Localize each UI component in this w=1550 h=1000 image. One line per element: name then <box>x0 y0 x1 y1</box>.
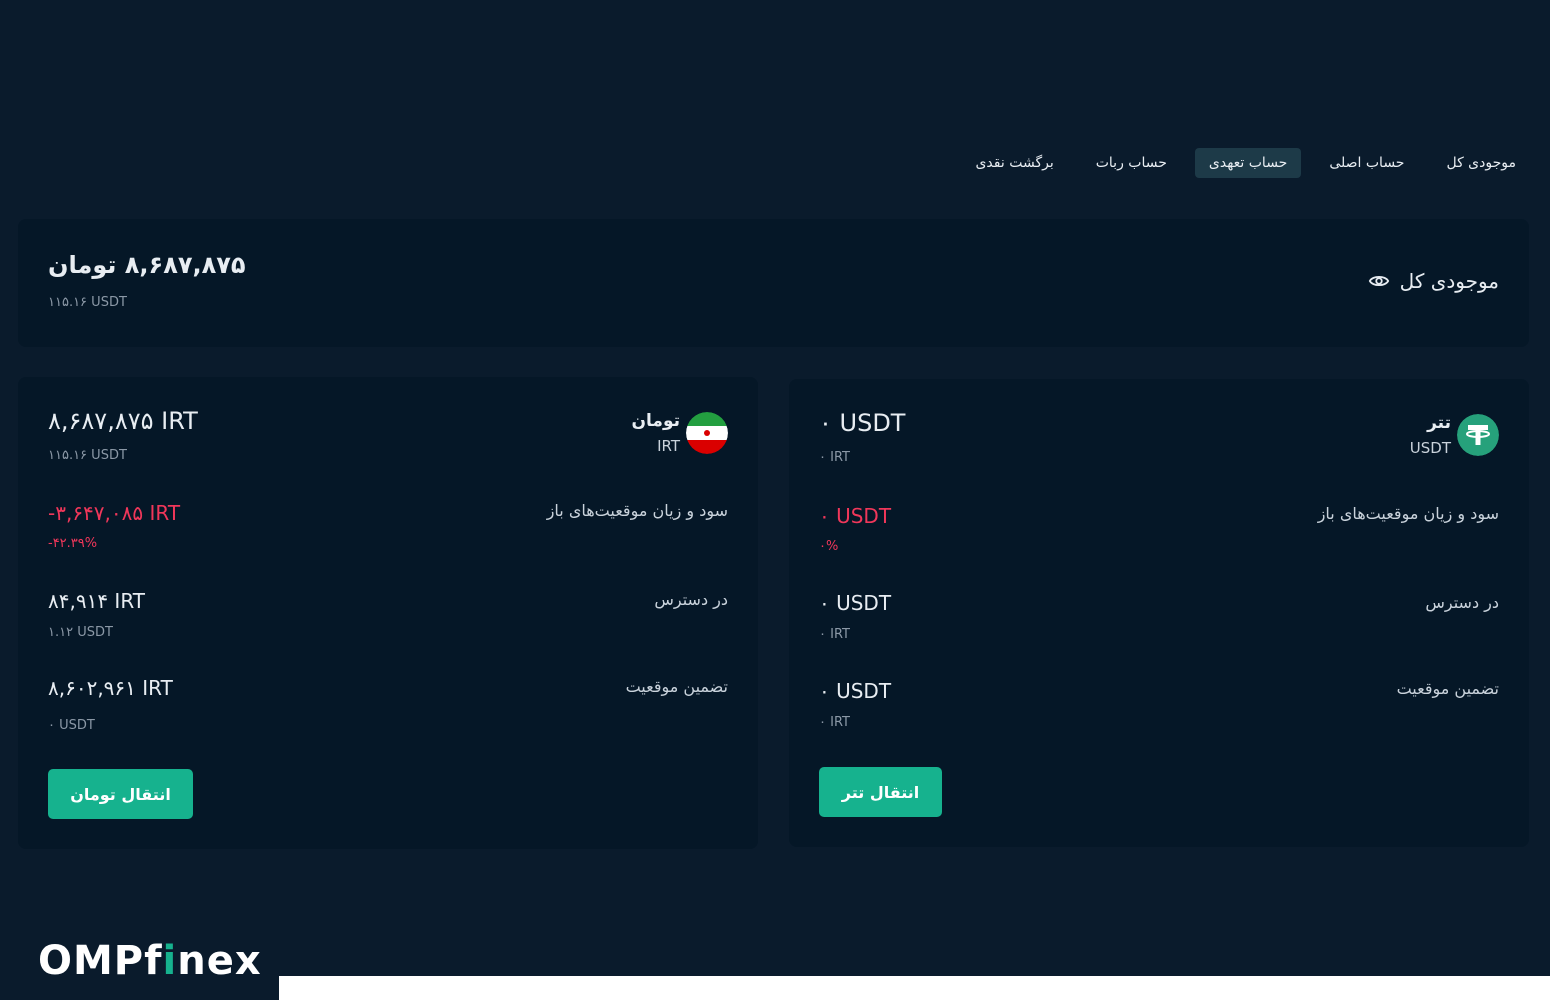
tether-pnl-label: سود و زیان موقعیت‌های باز <box>1317 504 1499 523</box>
logo-text-post: nex <box>177 938 262 984</box>
tab-margin-account[interactable]: حساب تعهدی <box>1194 148 1302 178</box>
tether-icon <box>1457 414 1499 456</box>
tab-cashback[interactable]: برگشت نقدی <box>961 148 1067 178</box>
toman-balance-usdt: ۱۱۵.۱۶ USDT <box>48 448 127 463</box>
tab-bot-account[interactable]: حساب ربات <box>1082 148 1181 178</box>
toman-card: تومان IRT ۸,۶۸۷,۸۷۵ IRT ۱۱۵.۱۶ USDT سود … <box>18 377 758 849</box>
total-balance-usdt: ۱۱۵.۱۶ USDT <box>48 295 127 310</box>
bottom-bar <box>279 976 1550 1000</box>
tether-header: تتر USDT <box>1410 413 1499 457</box>
tether-symbol: USDT <box>1409 439 1451 457</box>
tether-available-label: در دسترس <box>1425 593 1499 612</box>
logo-text-accent: i <box>162 938 178 984</box>
toman-available-label: در دسترس <box>654 590 728 609</box>
total-balance-header: موجودی کل <box>1368 269 1499 293</box>
toman-available-usdt: ۱.۱۲ USDT <box>48 625 113 640</box>
toman-margin-label: تضمین موقعیت <box>625 677 728 696</box>
tether-balance: ۰ USDT <box>819 409 906 437</box>
tether-margin-irt: ۰ IRT <box>819 715 850 730</box>
ompfinex-logo: OMPfinex <box>38 938 262 984</box>
transfer-tether-button[interactable]: انتقال تتر <box>819 767 942 817</box>
toman-margin-value: ۸,۶۰۲,۹۶۱ IRT <box>48 676 173 700</box>
tether-balance-irt: ۰ IRT <box>819 450 850 465</box>
total-balance-amount: ۸,۶۸۷,۸۷۵ تومان <box>48 251 246 279</box>
total-balance-label: موجودی کل <box>1399 269 1499 293</box>
toman-pnl-label: سود و زیان موقعیت‌های باز <box>546 501 728 520</box>
toman-balance: ۸,۶۸۷,۸۷۵ IRT <box>48 407 198 435</box>
total-balance-card: موجودی کل ۸,۶۸۷,۸۷۵ تومان ۱۱۵.۱۶ USDT <box>18 219 1529 347</box>
toman-symbol: IRT <box>657 437 680 455</box>
toman-pnl-percent: -۴۲.۳۹% <box>48 536 98 551</box>
tether-available-value: ۰ USDT <box>819 591 892 615</box>
tab-main-account[interactable]: حساب اصلی <box>1315 148 1418 178</box>
toman-name: تومان <box>631 411 680 431</box>
tether-available-irt: ۰ IRT <box>819 627 850 642</box>
iran-flag-icon <box>686 412 728 454</box>
toman-available-value: ۸۴,۹۱۴ IRT <box>48 589 145 613</box>
logo-text-pre: OMPf <box>38 938 163 984</box>
transfer-toman-button[interactable]: انتقال تومان <box>48 769 193 819</box>
toman-pnl-value: -۳,۶۴۷,۰۸۵ IRT <box>48 501 181 525</box>
tether-margin-label: تضمین موقعیت <box>1396 679 1499 698</box>
tab-total-balance[interactable]: موجودی کل <box>1432 148 1530 178</box>
tether-pnl-value: ۰ USDT <box>819 504 892 528</box>
toman-header: تومان IRT <box>632 411 728 455</box>
eye-icon[interactable] <box>1368 270 1390 292</box>
toman-margin-usdt: ۰ USDT <box>48 718 95 733</box>
tether-card: تتر USDT ۰ USDT ۰ IRT سود و زیان موقعیت‌… <box>789 379 1529 847</box>
tether-pnl-percent: ۰% <box>819 539 839 554</box>
tether-margin-value: ۰ USDT <box>819 679 892 703</box>
tether-name: تتر <box>1427 413 1451 433</box>
account-tabs: موجودی کل حساب اصلی حساب تعهدی حساب ربات… <box>961 148 1530 178</box>
